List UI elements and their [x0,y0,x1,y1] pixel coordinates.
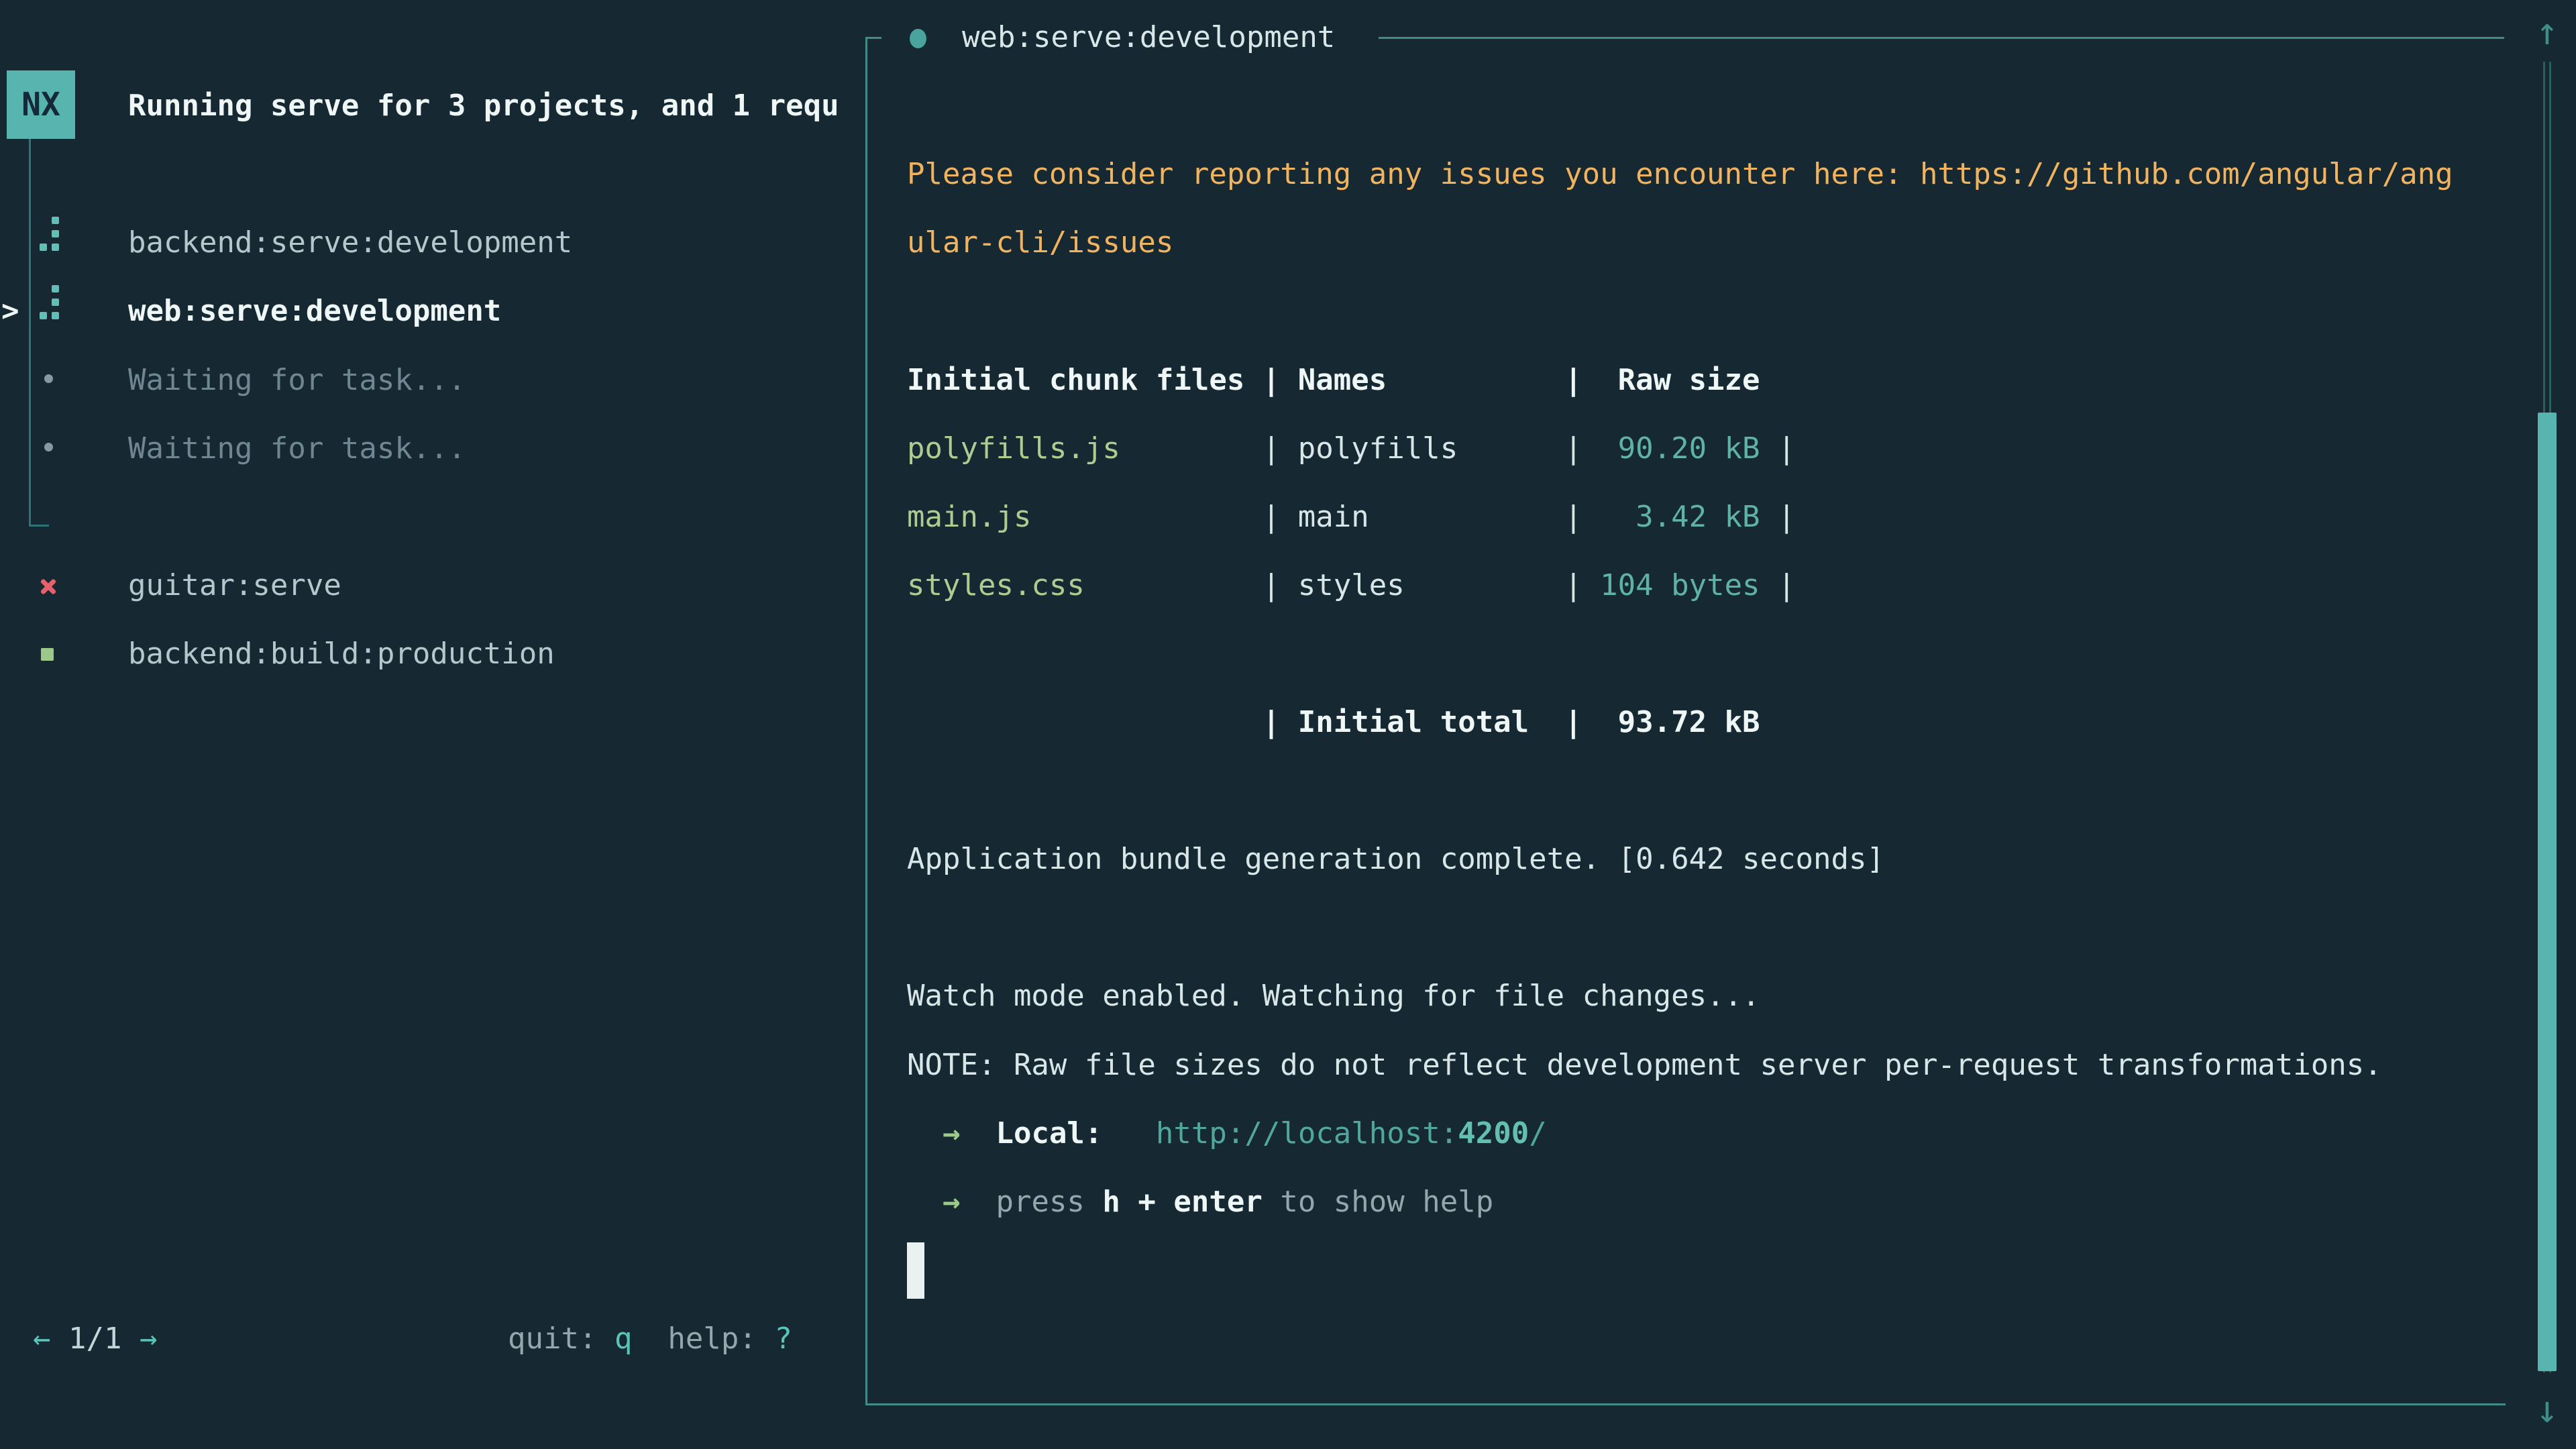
chunk-table-row-main: main.js | main | 3.42 kB | [907,483,1796,551]
panel-title: web:serve:development [962,3,1335,72]
watch-mode-line: Watch mode enabled. Watching for file ch… [907,962,1760,1030]
task-waiting-dot-icon [44,374,53,383]
chunk-raw-size: 3.42 kB [1582,500,1760,534]
scroll-down-icon[interactable]: ↓ [2524,1383,2571,1437]
pager-prev-arrow[interactable]: ← [33,1322,51,1356]
task-row-web-serve-development[interactable]: > web:serve:development [0,277,865,345]
chunk-table-row-styles: styles.css | styles | 104 bytes | [907,551,1796,620]
pager-next-arrow[interactable]: → [140,1322,158,1356]
task-label: backend:serve:development [128,209,572,277]
pager-position: 1/1 [51,1322,140,1356]
task-running-spinner-icon [40,217,60,252]
table-pipe: | [1760,500,1796,534]
help-hint-label: help: [632,1322,774,1356]
task-row-waiting-for-task-[interactable]: Waiting for task... [0,415,865,483]
bundle-complete-line: Application bundle generation complete. … [907,825,1884,894]
watch-mode-text: Watch mode enabled. Watching for file ch… [907,979,1760,1013]
chunk-file: polyfills.js [907,431,1120,466]
task-running-spinner-icon [40,285,60,320]
spacer [960,1185,996,1219]
terminal-cursor [907,1242,924,1299]
nx-tui-app: { "app": { "badge": "NX", "header": "Run… [0,0,2576,1449]
page-indicator: ← 1/1 → [33,1305,157,1373]
task-waiting-dot-icon [44,443,53,451]
spacer [907,1185,943,1219]
task-row-waiting-for-task-[interactable]: Waiting for task... [0,346,865,415]
panel-border-top [1379,37,2504,39]
task-label: guitar:serve [128,551,341,620]
chunk-name: | styles | [1085,568,1582,602]
chunk-table-header-text: Initial chunk files | Names | Raw size [907,363,1760,397]
arrow-icon: → [943,1116,961,1150]
spacer [960,1116,996,1150]
issue-report-line-1: Please consider reporting any issues you… [907,140,2453,209]
chunk-file: styles.css [907,568,1085,602]
help-key: ? [774,1322,792,1356]
selected-task-chevron-icon: > [1,277,19,345]
scrollbar-thumb[interactable] [2538,413,2557,1371]
task-row-backend-build-production[interactable]: backend:build:production [0,620,865,688]
help-hint-keys: h + enter [1102,1185,1262,1219]
task-group-tree-corner [29,525,49,527]
task-row-guitar-serve[interactable]: guitar:serve [0,551,865,620]
spacer [907,1116,943,1150]
chunk-raw-size: 90.20 kB [1582,431,1760,466]
table-pipe: | [1760,431,1796,466]
local-url[interactable]: / [1529,1116,1547,1150]
chunk-name: | polyfills | [1120,431,1582,466]
task-label: Waiting for task... [128,346,466,415]
panel-border-top-stub [865,37,881,39]
local-url[interactable]: http://localhost: [1156,1116,1458,1150]
note-line: NOTE: Raw file sizes do not reflect deve… [907,1031,2382,1099]
quit-key: q [614,1322,633,1356]
arrow-icon: → [943,1185,961,1219]
sidebar-header: Running serve for 3 projects, and 1 requ [128,72,839,140]
task-label: Waiting for task... [128,415,466,483]
chunk-table-total: | Initial total | 93.72 kB [907,688,1760,757]
scroll-up-icon[interactable]: ↑ [2524,5,2571,59]
local-server-line: → Local: http://localhost:4200/ [907,1099,1547,1168]
nx-logo-badge: NX [7,70,75,139]
task-label: backend:build:production [128,620,555,688]
keyboard-hints: quit: q help: ? [508,1305,792,1373]
chunk-file: main.js [907,500,1031,534]
task-label: web:serve:development [128,277,501,345]
help-hint-text: to show help [1263,1185,1493,1219]
chunk-raw-size: 104 bytes [1582,568,1760,602]
issue-report-text: Please consider reporting any issues you… [907,157,2453,191]
task-failed-cross-icon [38,576,58,596]
issue-report-text: ular-cli/issues [907,225,1173,260]
table-pipe: | [1760,568,1796,602]
note-text: NOTE: Raw file sizes do not reflect deve… [907,1048,2382,1082]
initial-total: | Initial total | 93.72 kB [907,705,1760,739]
bundle-complete-text: Application bundle generation complete. … [907,842,1884,876]
task-success-square-icon [41,648,54,661]
panel-border-left [865,37,867,1405]
chunk-name: | main | [1031,500,1582,534]
quit-hint-label: quit: [508,1322,614,1356]
help-hint-text: press [996,1185,1102,1219]
running-status-dot-icon [910,29,926,48]
local-url-port[interactable]: 4200 [1458,1116,1529,1150]
issue-report-line-2: ular-cli/issues [907,209,1173,277]
help-hint-line: → press h + enter to show help [907,1168,1493,1236]
panel-border-bottom [865,1403,2506,1405]
spacer [1102,1116,1155,1150]
task-row-backend-serve-development[interactable]: backend:serve:development [0,209,865,277]
chunk-table-header: Initial chunk files | Names | Raw size [907,346,1760,415]
local-label: Local: [996,1116,1102,1150]
chunk-table-row-polyfills: polyfills.js | polyfills | 90.20 kB | [907,415,1796,483]
